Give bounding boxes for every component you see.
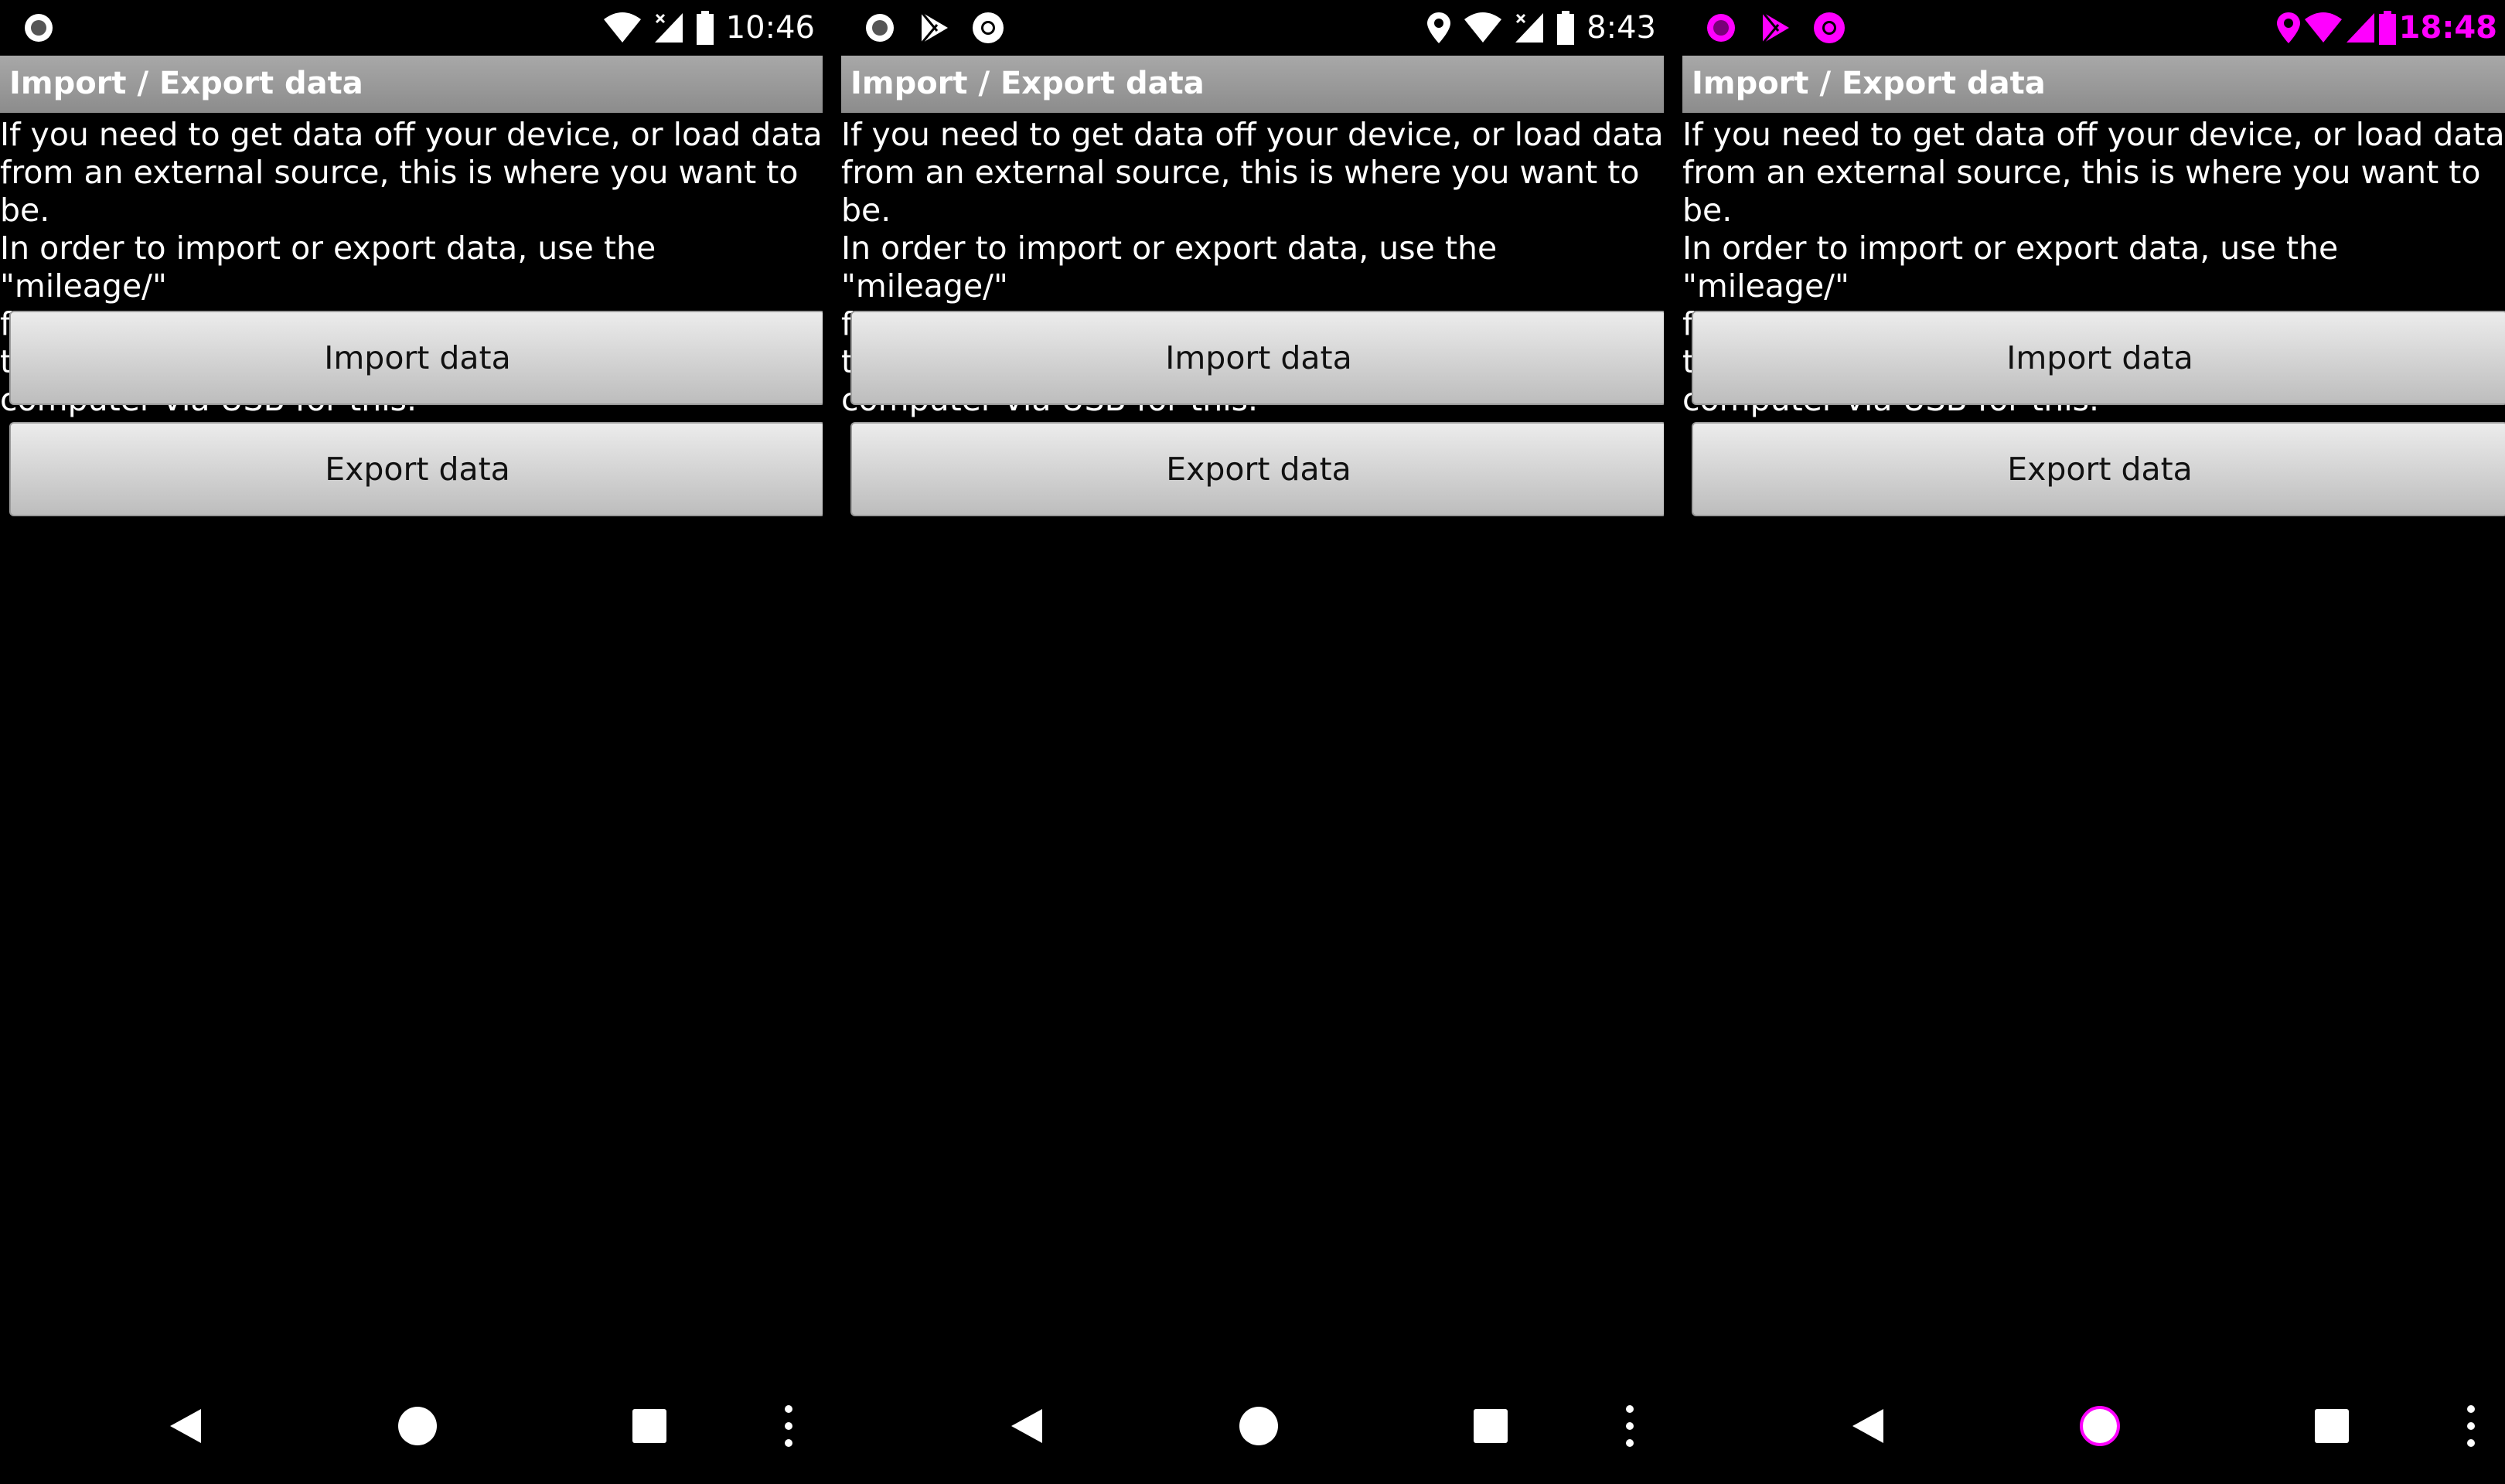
- back-icon[interactable]: [1845, 1403, 1891, 1449]
- status-left-icons: [1704, 9, 1846, 46]
- home-icon[interactable]: [2077, 1403, 2123, 1449]
- status-right-icons: 10:46: [602, 9, 815, 46]
- import-data-button[interactable]: Import data: [1692, 311, 2505, 405]
- export-data-button[interactable]: Export data: [850, 422, 1664, 516]
- back-icon[interactable]: [1004, 1403, 1050, 1449]
- screen-1: 10:46 Import / Export data If you need t…: [0, 0, 823, 1484]
- page-title: Import / Export data: [1692, 66, 2046, 101]
- status-bar: 10:46: [0, 0, 823, 56]
- recents-icon[interactable]: [2309, 1403, 2355, 1449]
- wifi-icon: [602, 12, 642, 44]
- location-icon: [1426, 11, 1452, 45]
- chrome-icon: [1812, 11, 1846, 45]
- import-data-button[interactable]: Import data: [9, 311, 823, 405]
- home-icon[interactable]: [394, 1403, 441, 1449]
- navigation-bar: [1682, 1384, 2505, 1469]
- battery-icon: [1556, 11, 1576, 45]
- status-time: 8:43: [1586, 10, 1656, 46]
- battery-icon: [695, 11, 715, 45]
- status-time: 10:46: [725, 10, 815, 46]
- record-icon: [1704, 11, 1738, 45]
- location-icon: [2275, 11, 2302, 45]
- status-bar: 18:48: [1682, 0, 2505, 56]
- play-store-icon: [917, 11, 951, 45]
- menu-icon[interactable]: [765, 1403, 812, 1449]
- signal-icon: [2345, 12, 2376, 44]
- recents-icon[interactable]: [626, 1403, 673, 1449]
- export-data-button[interactable]: Export data: [1692, 422, 2505, 516]
- status-right-icons: 18:48: [2275, 9, 2497, 46]
- record-icon: [863, 11, 897, 45]
- chrome-icon: [971, 11, 1005, 45]
- menu-icon[interactable]: [1607, 1403, 1653, 1449]
- page-title: Import / Export data: [9, 66, 363, 101]
- title-bar: Import / Export data: [1682, 56, 2505, 113]
- play-store-icon: [1758, 11, 1792, 45]
- title-bar: Import / Export data: [0, 56, 823, 113]
- signal-icon: [1514, 12, 1545, 44]
- signal-icon: [653, 12, 684, 44]
- wifi-icon: [2303, 12, 2343, 44]
- page-title: Import / Export data: [850, 66, 1205, 101]
- home-icon[interactable]: [1235, 1403, 1282, 1449]
- title-bar: Import / Export data: [841, 56, 1664, 113]
- export-data-button[interactable]: Export data: [9, 422, 823, 516]
- recents-icon[interactable]: [1467, 1403, 1514, 1449]
- status-time: 18:48: [2398, 10, 2497, 46]
- record-icon: [22, 11, 56, 45]
- screen-2: 8:43 Import / Export data If you need to…: [841, 0, 1664, 1484]
- screens-container: 10:46 Import / Export data If you need t…: [0, 0, 2505, 1484]
- battery-icon: [2377, 11, 2398, 45]
- wifi-icon: [1463, 12, 1503, 44]
- status-right-icons: 8:43: [1426, 9, 1656, 46]
- navigation-bar: [0, 1384, 823, 1469]
- status-left-icons: [22, 9, 56, 46]
- navigation-bar: [841, 1384, 1664, 1469]
- menu-icon[interactable]: [2448, 1403, 2494, 1449]
- back-icon[interactable]: [162, 1403, 209, 1449]
- screen-3: 18:48 Import / Export data If you need t…: [1682, 0, 2505, 1484]
- status-bar: 8:43: [841, 0, 1664, 56]
- import-data-button[interactable]: Import data: [850, 311, 1664, 405]
- status-left-icons: [863, 9, 1005, 46]
